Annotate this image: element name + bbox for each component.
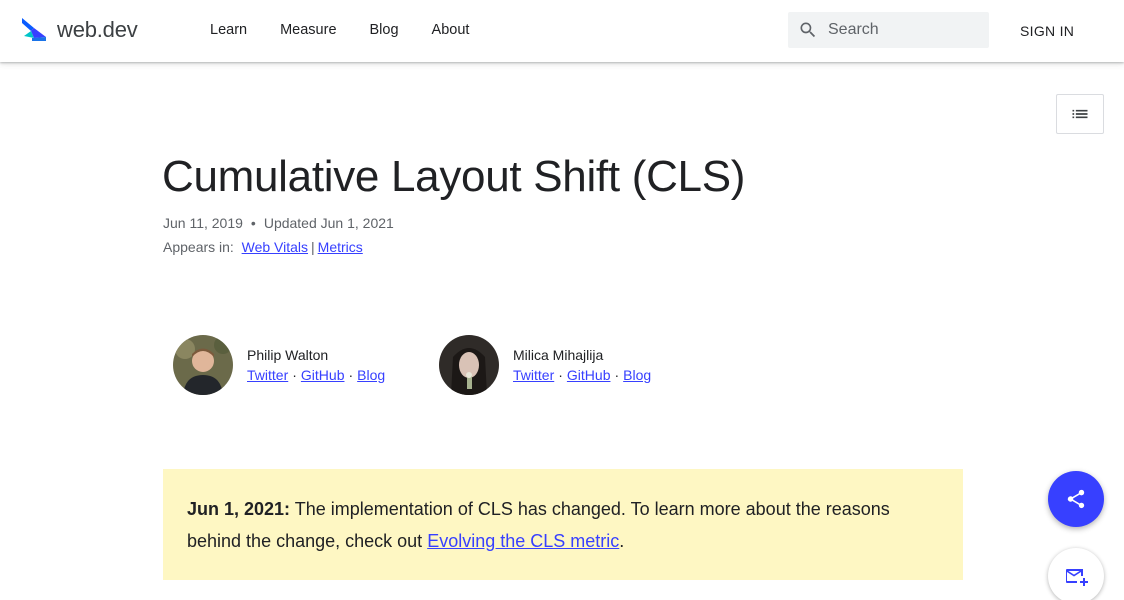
callout-end: . xyxy=(619,531,625,551)
author-github-link[interactable]: GitHub xyxy=(301,367,345,383)
nav-about[interactable]: About xyxy=(432,20,470,40)
author-twitter-link[interactable]: Twitter xyxy=(247,367,288,383)
appears-in-web-vitals-link[interactable]: Web Vitals xyxy=(242,239,308,255)
brand-name: web.dev xyxy=(57,17,138,42)
list-icon xyxy=(1072,109,1088,119)
nav-measure[interactable]: Measure xyxy=(280,20,336,40)
link-separator: · xyxy=(348,367,354,383)
top-bar: web.dev Learn Measure Blog About SIGN IN xyxy=(0,0,1124,62)
updated-date: Updated Jun 1, 2021 xyxy=(263,215,394,231)
author-twitter-link[interactable]: Twitter xyxy=(513,367,554,383)
author-links: Twitter · GitHub · Blog xyxy=(513,365,651,385)
appears-in: Appears in: Web Vitals | Metrics xyxy=(163,238,363,256)
update-callout: Jun 1, 2021: The implementation of CLS h… xyxy=(163,469,963,580)
link-separator: · xyxy=(558,367,563,383)
author-card: Philip Walton Twitter · GitHub · Blog xyxy=(173,335,385,395)
sign-in-button[interactable]: SIGN IN xyxy=(1020,20,1074,42)
search-input[interactable] xyxy=(828,21,978,39)
author-blog-link[interactable]: Blog xyxy=(623,367,651,383)
table-of-contents-button[interactable] xyxy=(1056,94,1104,134)
main-nav: Learn Measure Blog About xyxy=(210,20,502,40)
author-links: Twitter · GitHub · Blog xyxy=(247,365,385,385)
author-name: Milica Mihajlija xyxy=(513,347,604,363)
author-github-link[interactable]: GitHub xyxy=(567,367,611,383)
nav-learn[interactable]: Learn xyxy=(210,20,247,40)
link-separator: · xyxy=(292,367,297,383)
subscribe-button[interactable] xyxy=(1048,548,1104,600)
avatar xyxy=(439,335,499,395)
evolving-cls-link[interactable]: Evolving the CLS metric xyxy=(427,531,619,551)
brand-home-link[interactable]: web.dev xyxy=(20,16,138,44)
page-title: Cumulative Layout Shift (CLS) xyxy=(162,152,746,201)
published-date: Jun 11, 2019 xyxy=(163,215,243,231)
date-separator: • xyxy=(250,215,256,231)
avatar xyxy=(173,335,233,395)
appears-in-separator: | xyxy=(311,239,315,255)
callout-date: Jun 1, 2021: xyxy=(187,499,291,519)
mail-add-icon xyxy=(1066,569,1088,586)
appears-in-label: Appears in: xyxy=(163,239,234,255)
author-blog-link[interactable]: Blog xyxy=(357,367,385,383)
search-icon xyxy=(800,22,816,38)
share-icon xyxy=(1067,489,1085,509)
article-dates: Jun 11, 2019 • Updated Jun 1, 2021 xyxy=(163,214,394,232)
share-button[interactable] xyxy=(1048,471,1104,527)
link-separator: · xyxy=(614,367,620,383)
web-dev-logo-icon xyxy=(22,18,46,41)
search-box[interactable] xyxy=(788,12,989,48)
author-card: Milica Mihajlija Twitter · GitHub · Blog xyxy=(439,335,651,395)
appears-in-metrics-link[interactable]: Metrics xyxy=(318,239,363,255)
nav-blog[interactable]: Blog xyxy=(370,20,399,40)
author-name: Philip Walton xyxy=(247,347,329,363)
